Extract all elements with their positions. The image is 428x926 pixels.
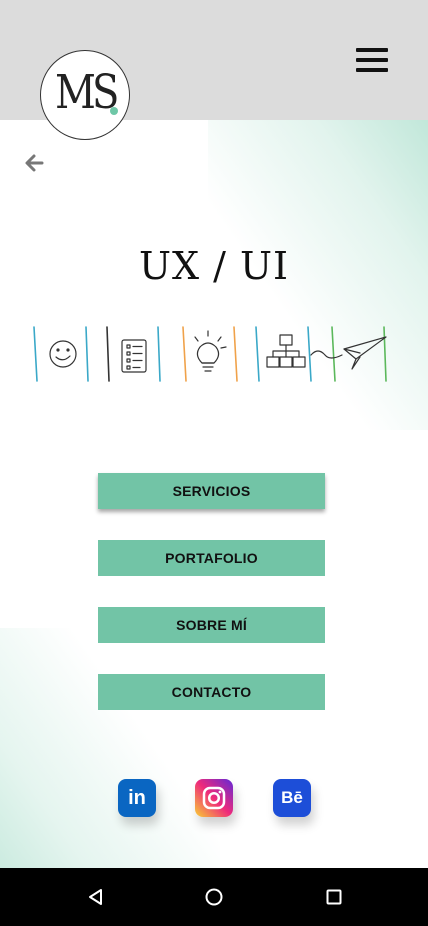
- page-title: UX / UI: [138, 244, 290, 288]
- contacto-button[interactable]: CONTACTO: [98, 674, 325, 710]
- behance-icon[interactable]: Bē: [273, 779, 311, 817]
- hamburger-menu-icon[interactable]: [354, 46, 390, 74]
- decorative-wash-bottom: [0, 628, 220, 868]
- checklist-icon: [121, 339, 147, 373]
- back-arrow-icon[interactable]: [22, 152, 46, 174]
- smiley-face-icon: [49, 340, 77, 368]
- paper-plane-icon: [310, 336, 387, 370]
- triangle-back-icon[interactable]: [84, 885, 108, 909]
- sobre-mi-button[interactable]: SOBRE MÍ: [98, 607, 325, 643]
- lightbulb-icon: [194, 330, 227, 372]
- linkedin-glyph: in: [128, 786, 146, 809]
- instagram-icon[interactable]: [195, 779, 233, 817]
- system-navigation-bar: [0, 868, 428, 926]
- servicios-button[interactable]: SERVICIOS: [98, 473, 325, 509]
- circle-home-icon[interactable]: [202, 885, 226, 909]
- main-content: UX / UI SERVICIOS PORTAFOLIO SOBRE MÍ CO…: [0, 120, 428, 868]
- behance-glyph: Bē: [281, 788, 303, 807]
- logo-dot: [110, 107, 118, 115]
- square-recents-icon[interactable]: [322, 885, 346, 909]
- logo-text: MS: [55, 65, 119, 120]
- linkedin-icon[interactable]: in: [118, 779, 156, 817]
- ux-process-illustration: [33, 326, 387, 382]
- flowchart-icon: [266, 334, 306, 368]
- portafolio-button[interactable]: PORTAFOLIO: [98, 540, 325, 576]
- logo[interactable]: MS: [40, 50, 130, 140]
